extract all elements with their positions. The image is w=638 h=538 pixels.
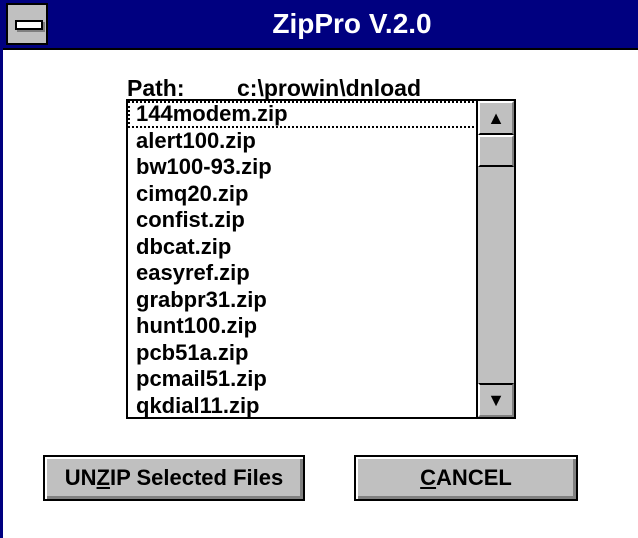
list-item[interactable]: dbcat.zip [128,234,478,261]
zippro-window: ZipPro V.2.0 Path: c:\prowin\dnload 144m… [0,0,638,538]
vertical-scrollbar[interactable]: ▲ ▼ [476,101,514,417]
cancel-label-suffix: ANCEL [436,465,512,490]
arrow-down-icon: ▼ [487,390,505,410]
list-item[interactable]: cimq20.zip [128,181,478,208]
cancel-button[interactable]: CANCEL [354,455,578,501]
unzip-selected-files-button[interactable]: UNZIP Selected Files [43,455,305,501]
list-item[interactable]: bw100-93.zip [128,154,478,181]
list-item[interactable]: pcmail51.zip [128,366,478,393]
list-item[interactable]: hunt100.zip [128,313,478,340]
unzip-label-prefix: UN [64,465,97,490]
list-item[interactable]: easyref.zip [128,260,478,287]
file-list-items: 144modem.zip alert100.zip bw100-93.zip c… [128,101,478,417]
path-value: c:\prowin\dnload [237,75,421,101]
cancel-label-mnemonic: C [420,465,437,490]
list-item[interactable]: qkdial11.zip [128,393,478,418]
system-menu-icon[interactable] [6,3,48,45]
path-label: Path: [127,75,185,101]
title-bar[interactable]: ZipPro V.2.0 [3,0,638,50]
system-menu-bar [15,20,43,30]
list-item[interactable]: grabpr31.zip [128,287,478,314]
list-item[interactable]: alert100.zip [128,128,478,155]
arrow-up-icon: ▲ [487,108,505,128]
unzip-label-suffix: IP Selected Files [109,465,284,490]
list-item[interactable]: pcb51a.zip [128,340,478,367]
scroll-up-button[interactable]: ▲ [478,101,514,135]
file-listbox[interactable]: 144modem.zip alert100.zip bw100-93.zip c… [126,99,516,419]
list-item[interactable]: 144modem.zip [128,101,478,128]
scroll-thumb[interactable] [478,135,514,167]
scroll-down-button[interactable]: ▼ [478,383,514,417]
window-title: ZipPro V.2.0 [272,8,432,39]
list-item[interactable]: confist.zip [128,207,478,234]
unzip-label-mnemonic: Z [96,465,110,490]
